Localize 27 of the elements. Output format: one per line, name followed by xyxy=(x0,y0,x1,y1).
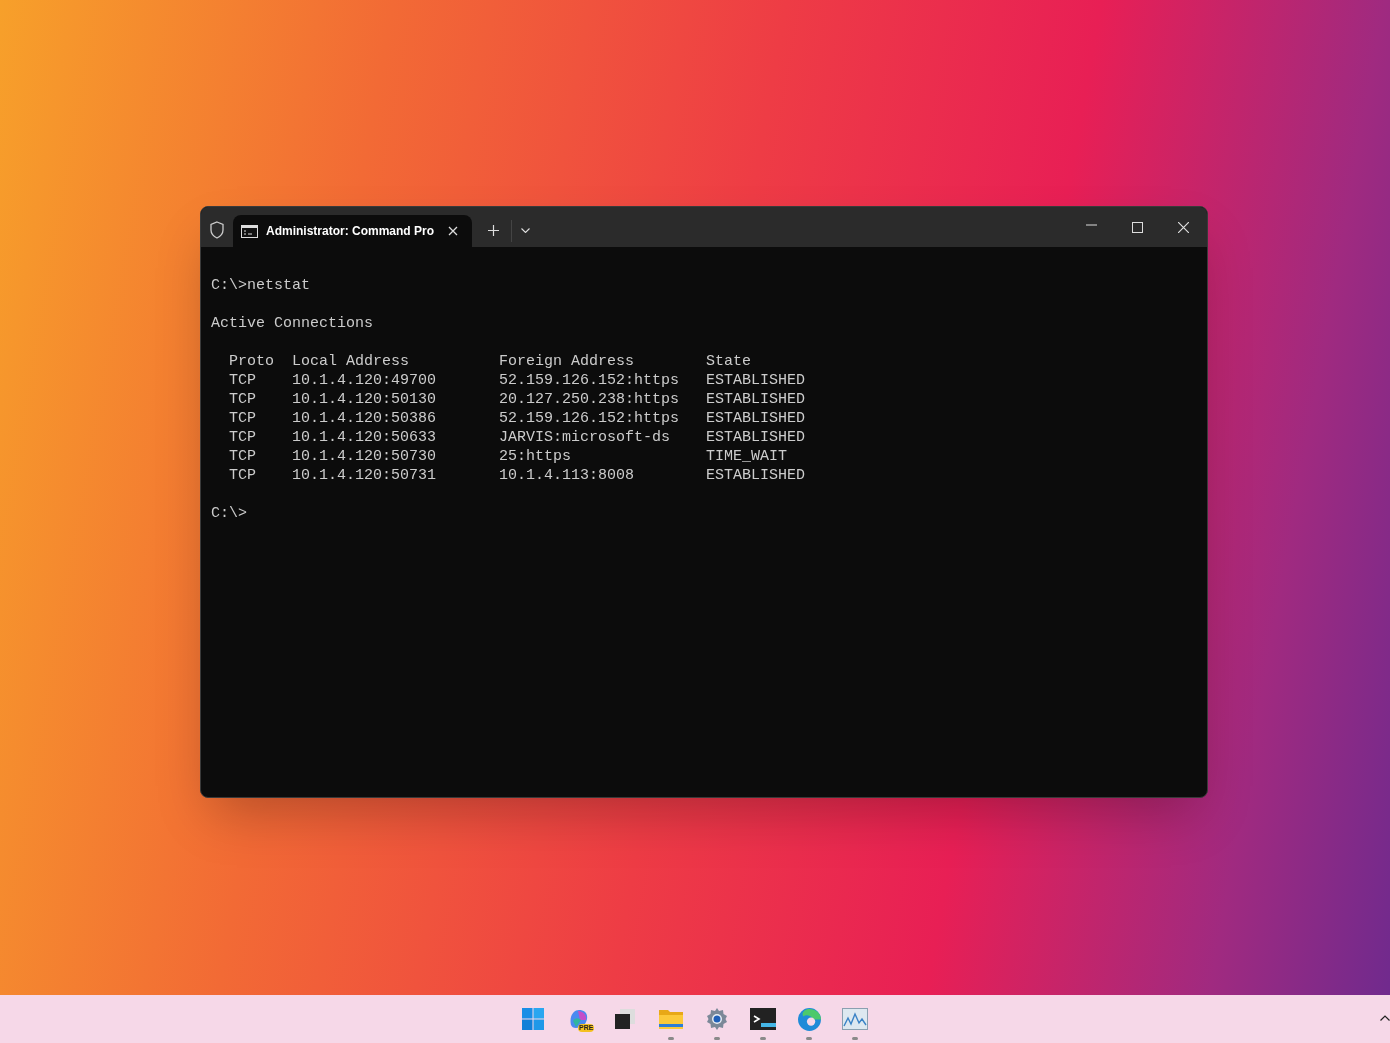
terminal-tab[interactable]: Administrator: Command Pro xyxy=(233,215,472,247)
console-line: Active Connections xyxy=(211,314,375,333)
console-line: TCP 10.1.4.120:49700 52.159.126.152:https ESTABLISHED xyxy=(228,371,807,390)
folder-icon[interactable] xyxy=(658,1007,684,1031)
gear-icon[interactable] xyxy=(705,1007,729,1031)
console-line: TCP 10.1.4.120:50730 25:https TIME_WAIT xyxy=(228,447,789,466)
terminal-app-icon xyxy=(241,224,258,238)
console-line: TCP 10.1.4.120:50633 JARVIS:microsoft-ds ESTABLISHED xyxy=(228,428,807,447)
terminal-icon[interactable] xyxy=(750,1008,776,1030)
chart-window-icon[interactable] xyxy=(842,1008,868,1030)
tab-title: Administrator: Command Pro xyxy=(266,223,435,240)
console-line: TCP 10.1.4.120:50130 20.127.250.238:https ESTABLISHED xyxy=(228,390,807,409)
console-line: Proto Local Address Foreign Address State xyxy=(228,352,753,371)
console-line: TCP 10.1.4.120:50731 10.1.4.113:8008 ESTABLISHED xyxy=(228,466,807,485)
overlapping-squares-icon[interactable] xyxy=(613,1007,637,1031)
chevron-up-icon[interactable] xyxy=(1380,1015,1390,1021)
maximize-icon[interactable] xyxy=(1132,222,1143,233)
console-line: TCP 10.1.4.120:50386 52.159.126.152:https ESTABLISHED xyxy=(228,409,807,428)
chevron-down-icon[interactable] xyxy=(521,228,530,233)
shield-icon xyxy=(209,221,225,239)
windows-logo-icon[interactable] xyxy=(521,1007,545,1031)
plus-icon[interactable] xyxy=(488,225,499,236)
close-icon[interactable] xyxy=(1178,222,1189,233)
browser-icon[interactable] xyxy=(796,1006,822,1032)
close-icon[interactable] xyxy=(448,226,458,236)
console-line: C:\>netstat xyxy=(211,276,312,295)
console-line: C:\> xyxy=(211,504,248,523)
